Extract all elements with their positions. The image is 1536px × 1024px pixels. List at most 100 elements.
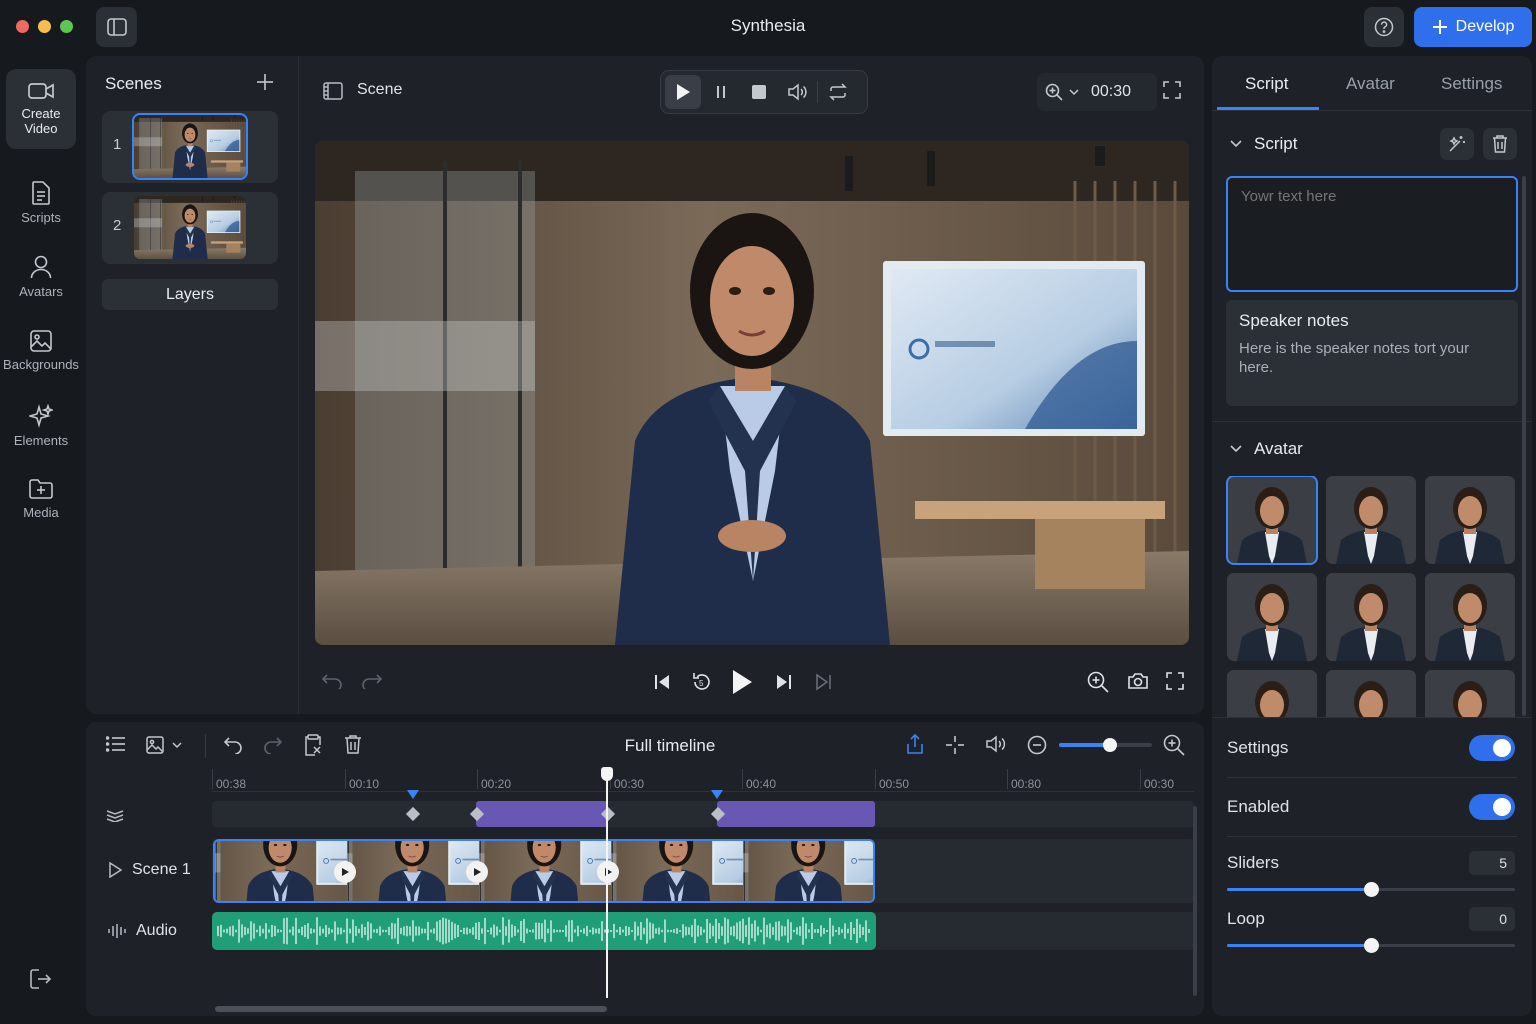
play-button[interactable]	[665, 75, 701, 109]
scene-clip[interactable]	[213, 839, 875, 903]
rail-item-scripts[interactable]: Scripts	[6, 181, 76, 225]
stop-icon	[752, 85, 766, 99]
keyframe-track[interactable]	[212, 801, 1194, 827]
plus-icon	[256, 73, 278, 91]
preview-controls: 5	[299, 666, 1205, 700]
split-button[interactable]	[945, 735, 965, 755]
sliders-slider[interactable]	[1227, 882, 1515, 897]
layers-button[interactable]: Layers	[102, 279, 278, 310]
scene-card-1[interactable]: 1	[102, 111, 278, 183]
script-section-header[interactable]: Script	[1230, 134, 1297, 154]
expand-icon	[1166, 672, 1184, 690]
zoom-in-button[interactable]	[1163, 734, 1185, 756]
avatar-tile[interactable]	[1226, 476, 1318, 565]
tab-settings[interactable]: Settings	[1441, 74, 1502, 94]
avatar-tile[interactable]	[1326, 670, 1416, 718]
share-icon	[906, 734, 924, 754]
play-icon	[603, 867, 613, 877]
timeline-horizontal-scrollbar[interactable]	[215, 1006, 607, 1012]
avatar-tile[interactable]	[1425, 573, 1515, 661]
sliders-value-field[interactable]: 5	[1469, 851, 1515, 875]
tab-avatar[interactable]: Avatar	[1346, 74, 1395, 94]
settings-toggle[interactable]	[1469, 735, 1515, 761]
preview-fullscreen-button[interactable]	[1166, 672, 1184, 690]
layers-icon	[106, 808, 124, 822]
export-button[interactable]	[906, 734, 924, 754]
delete-script-button[interactable]	[1483, 128, 1517, 160]
timeline-vertical-scrollbar[interactable]	[1193, 806, 1197, 996]
rail-item-avatars[interactable]: Avatars	[6, 255, 76, 299]
avatar-tile[interactable]	[1227, 573, 1317, 661]
transition-play-button[interactable]	[466, 861, 488, 883]
ai-assist-button[interactable]	[1440, 128, 1474, 160]
skip-back-button[interactable]	[653, 673, 671, 691]
slider-thumb[interactable]	[1364, 938, 1379, 953]
help-button[interactable]	[1364, 7, 1404, 47]
marker-flag[interactable]	[711, 790, 723, 799]
scene-card-2[interactable]: 2	[102, 192, 278, 264]
transition-play-button[interactable]	[597, 861, 619, 883]
pause-button[interactable]	[703, 75, 739, 109]
enabled-toggle[interactable]	[1469, 794, 1515, 820]
rail-item-create-video[interactable]: Create Video	[6, 69, 76, 149]
playhead-handle[interactable]	[601, 767, 613, 781]
avatar-tile[interactable]	[1227, 670, 1317, 718]
rail-item-backgrounds[interactable]: Backgrounds	[0, 330, 82, 372]
develop-button[interactable]: Develop	[1414, 7, 1532, 47]
transition-play-button[interactable]	[334, 861, 356, 883]
track-label-scene[interactable]: Scene 1	[108, 861, 191, 879]
rewind-button[interactable]: 5	[691, 671, 713, 693]
avatar-tile[interactable]	[1326, 476, 1416, 564]
avatar-tile[interactable]	[1425, 476, 1515, 564]
zoom-control[interactable]: 00:30	[1037, 73, 1157, 111]
speaker-notes-title: Speaker notes	[1239, 311, 1349, 330]
rail-item-elements[interactable]: Elements	[6, 404, 76, 448]
loop-value-field[interactable]: 0	[1469, 907, 1515, 931]
audio-clip[interactable]	[212, 912, 876, 950]
fullscreen-button[interactable]	[1163, 81, 1181, 99]
chevron-down-icon	[1069, 88, 1079, 96]
zoom-preview-button[interactable]	[1087, 671, 1109, 693]
trash-icon	[1492, 135, 1508, 153]
skip-forward-button[interactable]	[775, 673, 793, 691]
rail-item-media[interactable]: Media	[6, 478, 76, 520]
chevron-down-icon	[1230, 445, 1242, 453]
avatar-tile[interactable]	[1326, 573, 1416, 661]
script-textarea[interactable]	[1226, 176, 1518, 292]
video-preview[interactable]	[315, 141, 1189, 645]
big-play-button[interactable]	[731, 669, 753, 695]
avatar-section-header[interactable]: Avatar	[1230, 439, 1303, 459]
keyframe-segment[interactable]	[717, 801, 875, 827]
redo-button[interactable]	[361, 673, 383, 689]
add-scene-button[interactable]	[256, 73, 278, 95]
logout-button[interactable]	[30, 969, 52, 989]
keyframes-track-toggle[interactable]	[106, 808, 124, 822]
speaker-notes[interactable]: Speaker notes Here is the speaker notes …	[1226, 300, 1518, 406]
stop-button[interactable]	[741, 75, 777, 109]
go-to-end-button[interactable]	[815, 673, 833, 691]
minus-circle-icon	[1027, 735, 1047, 755]
playhead[interactable]	[606, 768, 608, 998]
volume-button[interactable]	[779, 75, 815, 109]
panel-scrollbar[interactable]	[1522, 176, 1526, 716]
left-navigation-rail: Create Video Scripts Avatars Backgrounds…	[0, 56, 82, 1024]
audio-waveform	[217, 917, 870, 945]
avatar-tile[interactable]	[1425, 670, 1515, 718]
track-label-audio[interactable]: Audio	[108, 922, 177, 940]
presenter-scene-image	[315, 141, 1189, 645]
sparkle-icon	[29, 404, 53, 428]
marker-flag[interactable]	[407, 790, 419, 799]
snapshot-button[interactable]	[1127, 672, 1149, 690]
slider-thumb[interactable]	[1364, 882, 1379, 897]
loop-button[interactable]	[820, 75, 856, 109]
loop-slider[interactable]	[1227, 938, 1515, 953]
timeline-zoom-slider[interactable]	[1059, 738, 1152, 752]
expand-icon	[1163, 81, 1181, 99]
timeline-volume-button[interactable]	[985, 735, 1007, 753]
ruler-tick-label: 00:80	[1011, 777, 1042, 791]
zoom-out-button[interactable]	[1027, 735, 1047, 755]
tab-script[interactable]: Script	[1245, 74, 1288, 94]
keyframe-segment[interactable]	[476, 801, 608, 827]
clip-frame	[611, 841, 743, 901]
undo-button[interactable]	[321, 673, 343, 689]
